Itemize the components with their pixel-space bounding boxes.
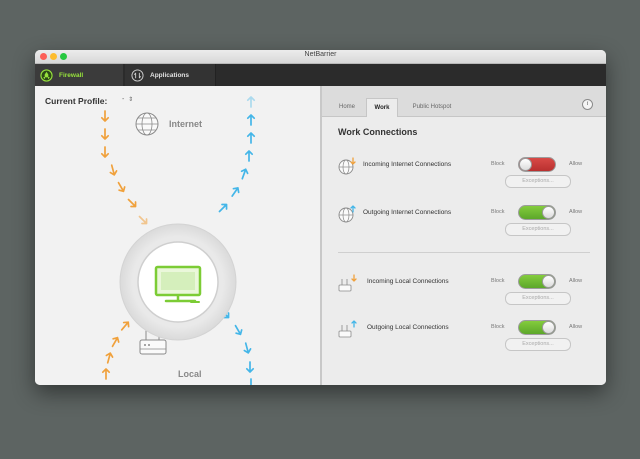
connections-panel: Home Work Public Hotspot i Work Connecti… [322, 86, 606, 385]
window-title: NetBarrier [304, 51, 337, 58]
tab-work[interactable]: Work [366, 98, 398, 117]
toggle-knob [542, 321, 555, 334]
internet-label: Internet [169, 119, 203, 129]
allow-label: Allow [569, 209, 583, 215]
traffic-diagram [100, 96, 256, 385]
incoming-internet-row: Incoming Internet Connections Block Allo… [322, 154, 606, 194]
allow-label: Allow [569, 161, 583, 167]
toggle-knob [542, 206, 555, 219]
outgoing-local-toggle[interactable] [518, 320, 556, 335]
info-button[interactable]: i [582, 99, 593, 110]
incoming-local-icon [338, 274, 357, 292]
block-label: Block [491, 278, 505, 284]
outgoing-internet-row: Outgoing Internet Connections Block Allo… [322, 202, 606, 242]
traffic-overview-panel: Current Profile: - ⇕ Internet Local [35, 86, 320, 385]
outgoing-internet-arrows [216, 96, 256, 215]
local-label: Local [178, 369, 202, 379]
incoming-local-label: Incoming Local Connections [367, 278, 449, 285]
section-separator [338, 252, 590, 253]
outgoing-internet-exceptions-button[interactable]: Exceptions... [505, 223, 571, 236]
outgoing-internet-icon [338, 205, 356, 223]
applications-icon [131, 68, 144, 82]
outgoing-local-icon [338, 320, 357, 338]
outgoing-local-row: Outgoing Local Connections Block Allow E… [322, 317, 606, 357]
incoming-local-exceptions-button[interactable]: Exceptions... [505, 292, 571, 305]
incoming-internet-label: Incoming Internet Connections [363, 161, 452, 168]
block-label: Block [491, 161, 505, 167]
incoming-local-toggle[interactable] [518, 274, 556, 289]
computer-status-indicator [119, 223, 237, 341]
block-label: Block [491, 209, 505, 215]
title-bar: NetBarrier [35, 50, 606, 64]
toggle-knob [519, 158, 532, 171]
incoming-internet-icon [338, 157, 356, 175]
profile-tabs: Home Work Public Hotspot i [322, 86, 606, 117]
firewall-icon [40, 68, 53, 82]
outgoing-local-label: Outgoing Local Connections [367, 324, 449, 331]
tab-firewall[interactable]: Firewall [35, 64, 123, 86]
block-label: Block [491, 324, 505, 330]
tab-firewall-label: Firewall [59, 71, 84, 79]
tab-home[interactable]: Home [332, 98, 362, 116]
incoming-internet-exceptions-button[interactable]: Exceptions... [505, 175, 571, 188]
allow-label: Allow [569, 324, 583, 330]
incoming-local-row: Incoming Local Connections Block Allow E… [322, 271, 606, 311]
allow-label: Allow [569, 278, 583, 284]
outgoing-internet-toggle[interactable] [518, 205, 556, 220]
toggle-knob [542, 275, 555, 288]
connections-heading: Work Connections [338, 127, 418, 137]
netbarrier-window: NetBarrier Firewall Applications Current… [35, 50, 606, 385]
incoming-internet-toggle[interactable] [518, 157, 556, 172]
toolbar: Firewall Applications [35, 64, 606, 86]
incoming-local-arrows [218, 307, 256, 385]
tab-applications[interactable]: Applications [125, 64, 216, 86]
tab-applications-label: Applications [150, 71, 190, 79]
outgoing-local-exceptions-button[interactable]: Exceptions... [505, 338, 571, 351]
internet-globe-icon [135, 112, 159, 136]
tab-public-hotspot[interactable]: Public Hotspot [402, 98, 462, 116]
outgoing-internet-label: Outgoing Internet Connections [363, 209, 452, 216]
